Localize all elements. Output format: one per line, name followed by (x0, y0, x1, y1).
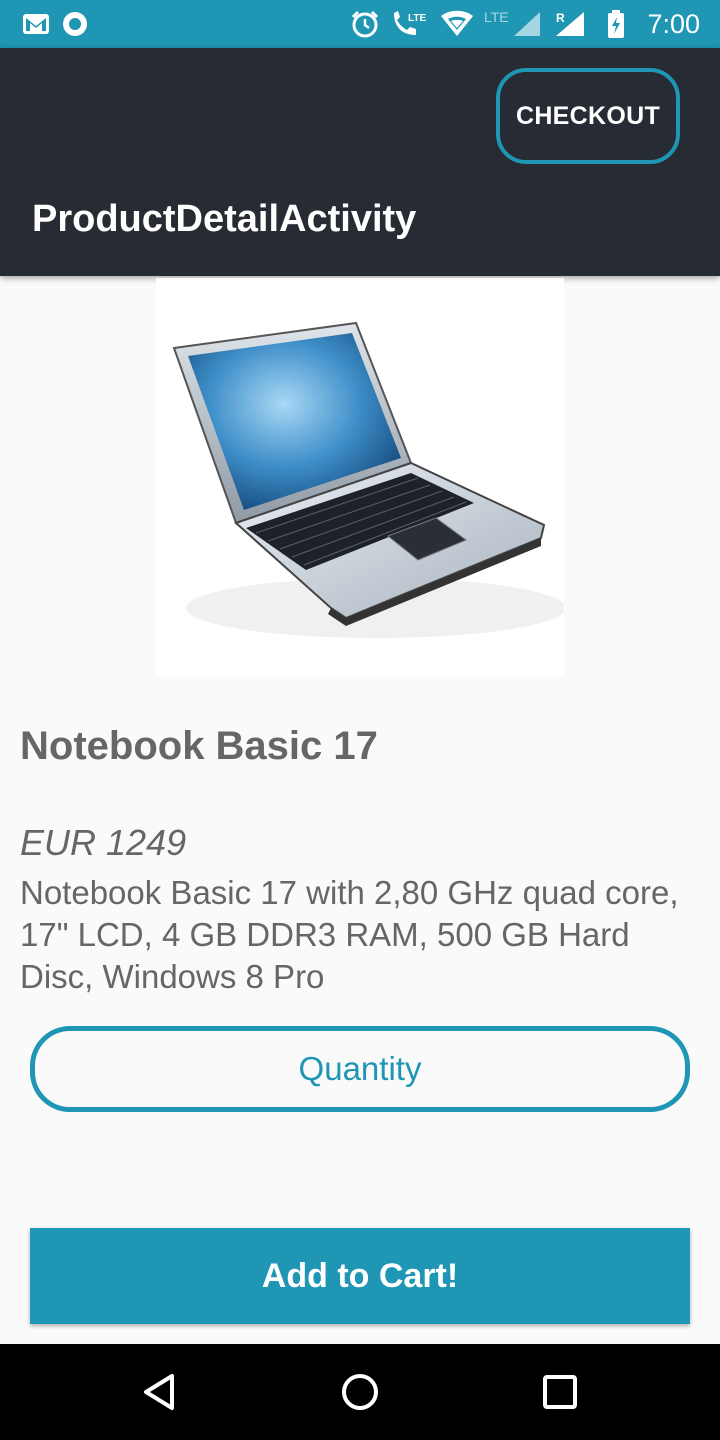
status-bar: LTE LTE R 7:00 (0, 0, 720, 48)
sync-icon (62, 0, 88, 48)
lte-call-icon: LTE (390, 0, 430, 48)
page-title: ProductDetailActivity (32, 198, 417, 240)
product-price: EUR 1249 (20, 822, 187, 863)
wifi-icon (440, 0, 474, 48)
lte-label: LTE (408, 13, 426, 24)
product-description: Notebook Basic 17 with 2,80 GHz quad cor… (20, 874, 679, 995)
back-icon[interactable] (136, 1368, 184, 1416)
roaming-signal-icon: R (554, 0, 586, 48)
clock: 7:00 (647, 9, 700, 39)
app-toolbar: CHECKOUT ProductDetailActivity (0, 48, 720, 276)
gmail-icon (22, 0, 50, 48)
battery-charging-icon (606, 0, 626, 48)
product-name: Notebook Basic 17 (20, 724, 378, 768)
home-icon[interactable] (336, 1368, 384, 1416)
checkout-button[interactable]: CHECKOUT (496, 68, 680, 164)
navigation-bar (0, 1344, 720, 1440)
svg-text:LTE: LTE (484, 10, 509, 25)
quantity-input[interactable]: Quantity (30, 1026, 690, 1112)
signal-icon: LTE (484, 0, 544, 48)
add-to-cart-button[interactable]: Add to Cart! (30, 1228, 690, 1324)
laptop-image (156, 278, 566, 676)
svg-text:R: R (556, 11, 565, 25)
alarm-icon (350, 0, 380, 48)
recents-icon[interactable] (536, 1368, 584, 1416)
